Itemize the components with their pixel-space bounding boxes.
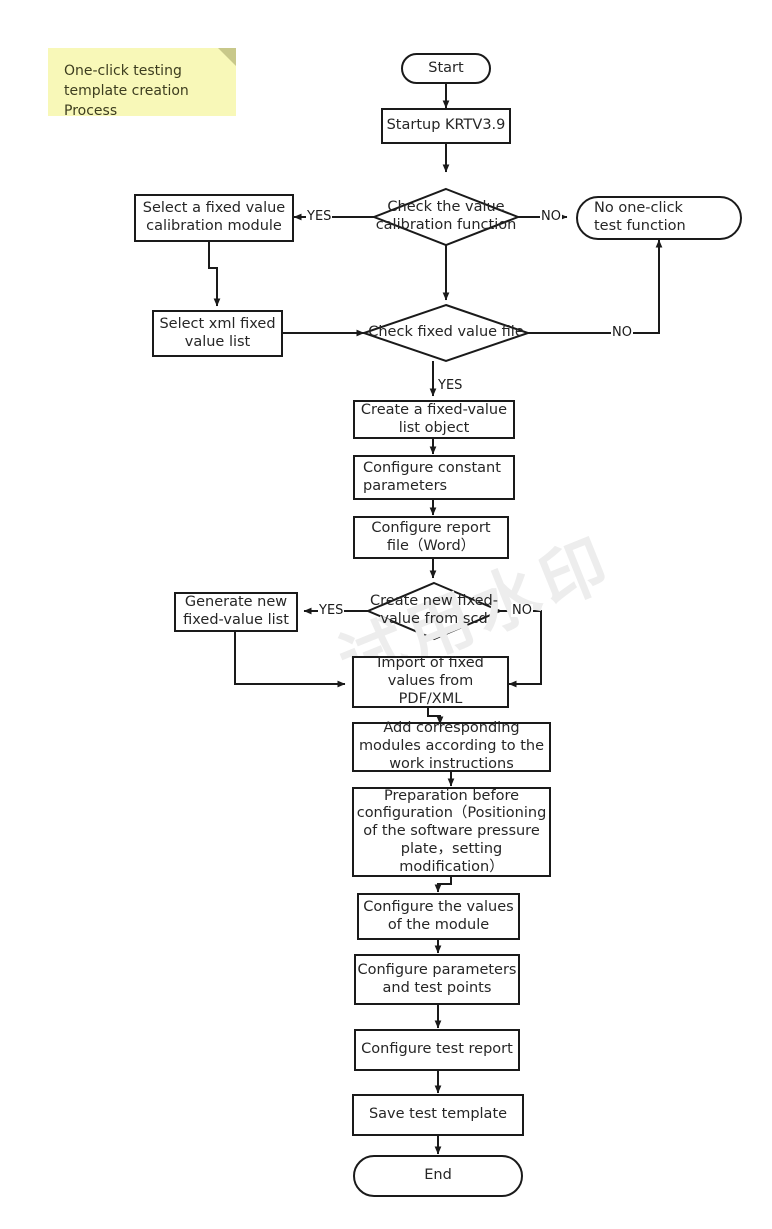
cfgparam-line-1: Configure parameters: [357, 961, 517, 978]
select-calib-line-2: calibration module: [146, 218, 282, 234]
prep-line-3: of the software pressure: [363, 823, 540, 840]
select-xml-line-1: Select xml fixed: [159, 315, 276, 332]
node-startup-krtv[interactable]: Startup KRTV3.9: [381, 108, 511, 144]
prep-line-2: configuration（Positioning: [356, 805, 547, 822]
no-oneclick-line-2: test function: [594, 218, 686, 234]
addmod-line-3: work instructions: [389, 755, 514, 772]
prep-line-1: Preparation before: [383, 787, 520, 804]
node-add-corresponding-modules[interactable]: Add corresponding modules according to t…: [352, 720, 551, 772]
generate-line-1: Generate new: [184, 594, 288, 611]
node-configure-values-of-module[interactable]: Configure the values of the module: [357, 893, 520, 940]
node-generate-new-fixed-value-list[interactable]: Generate new fixed-value list: [174, 592, 298, 632]
node-configure-parameters-test-points[interactable]: Configure parameters and test points: [354, 954, 520, 1005]
addmod-line-2: modules according to the: [358, 738, 545, 755]
decision-check-value-calibration: [371, 187, 521, 247]
addmod-line-1: Add corresponding: [383, 720, 520, 737]
import-line-2: values from: [387, 673, 474, 690]
import-line-1: Import of fixed: [377, 655, 484, 672]
sticky-note-line-2: template creation Process: [64, 82, 189, 119]
node-start[interactable]: Start: [401, 53, 491, 84]
edge-calibmodule-to-xmllist: [208, 242, 221, 307]
create-list-line-1: Create a fixed-value: [360, 401, 508, 418]
prep-line-4: plate，setting: [400, 840, 503, 857]
sticky-note-line-1: One-click testing: [64, 63, 182, 79]
edge-label-fixedfile-no: NO: [611, 325, 633, 340]
edge-checkfile-no: [528, 239, 663, 334]
no-oneclick-line-1: No one-click: [594, 200, 683, 217]
edge-label-fixedfile-yes: YES: [437, 378, 464, 393]
node-import-fixed-values[interactable]: Import of fixed values from PDF/XML: [352, 655, 509, 708]
report-file-line-2: file（Word）: [386, 537, 476, 554]
title-sticky-note: One-click testing template creation Proc…: [48, 48, 236, 119]
node-select-calibration-module[interactable]: Select a fixed value calibration module: [134, 194, 294, 242]
edge-label-calibration-yes: YES: [306, 209, 333, 224]
cfgparam-line-2: and test points: [382, 979, 492, 996]
node-start-label: Start: [428, 59, 464, 76]
select-xml-line-2: value list: [184, 333, 251, 350]
import-line-3: PDF/XML: [398, 690, 463, 707]
report-file-line-1: Configure report: [371, 519, 491, 536]
node-startup-krtv-label: Startup KRTV3.9: [386, 117, 506, 134]
node-configure-constant-parameters[interactable]: Configure constant parameters: [353, 455, 515, 500]
edge-label-calibration-no: NO: [540, 209, 562, 224]
select-calib-line-1: Select a fixed value: [142, 200, 286, 217]
cfgval-line-1: Configure the values: [363, 898, 514, 915]
save-template-label: Save test template: [368, 1106, 508, 1123]
decision-create-new-fixed-value: [365, 581, 503, 641]
generate-line-2: fixed-value list: [183, 612, 289, 628]
node-configure-test-report[interactable]: Configure test report: [354, 1029, 520, 1071]
create-list-line-2: list object: [398, 419, 470, 436]
edge-label-scd-no: NO: [511, 603, 533, 618]
edge-label-scd-yes: YES: [318, 603, 345, 618]
node-configure-report-file[interactable]: Configure report file（Word）: [353, 516, 509, 559]
node-no-one-click-test-function[interactable]: No one-click test function: [576, 196, 742, 240]
edge-generate-to-import: [234, 632, 346, 688]
constant-line-2: parameters: [363, 477, 448, 494]
node-create-fixed-value-list-object[interactable]: Create a fixed-value list object: [353, 400, 515, 439]
prep-line-5: modification）: [399, 858, 504, 875]
node-select-xml-fixed-value-list[interactable]: Select xml fixed value list: [152, 310, 283, 357]
node-preparation-before-configuration[interactable]: Preparation before configuration（Positio…: [352, 787, 551, 877]
flowchart-canvas: 试用水印 One-click testing template creation…: [0, 0, 772, 1229]
cfgval-line-2: of the module: [387, 916, 490, 933]
node-end[interactable]: End: [353, 1155, 523, 1197]
cfgtestreport-label: Configure test report: [361, 1041, 513, 1058]
node-save-test-template[interactable]: Save test template: [352, 1094, 524, 1136]
constant-line-1: Configure constant: [363, 459, 501, 476]
decision-check-fixed-value-file: [360, 303, 532, 363]
node-end-label: End: [424, 1167, 452, 1184]
edge-preparation-to-values: [434, 877, 452, 893]
